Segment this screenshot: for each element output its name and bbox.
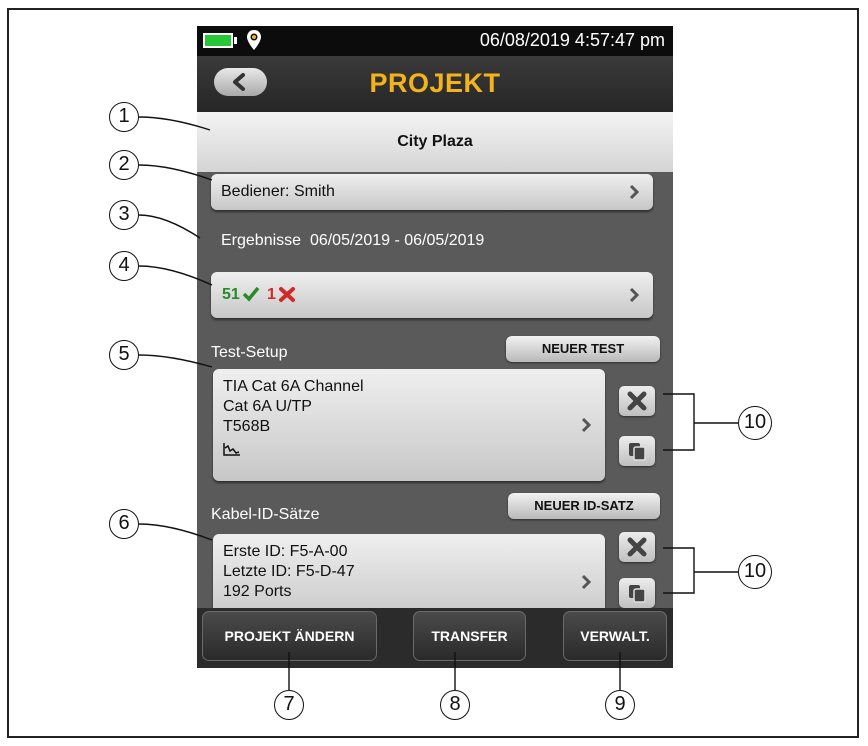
callout-3: 3: [109, 200, 139, 230]
callout-4: 4: [109, 251, 139, 281]
callout-10: 10: [738, 406, 772, 440]
callout-8: 8: [440, 690, 470, 720]
callout-6: 6: [109, 509, 139, 539]
callout-1: 1: [109, 102, 139, 132]
callout-2: 2: [109, 150, 139, 180]
callout-10: 10: [738, 555, 772, 589]
callout-9: 9: [605, 690, 635, 720]
callout-5: 5: [109, 340, 139, 370]
callout-7: 7: [274, 690, 304, 720]
